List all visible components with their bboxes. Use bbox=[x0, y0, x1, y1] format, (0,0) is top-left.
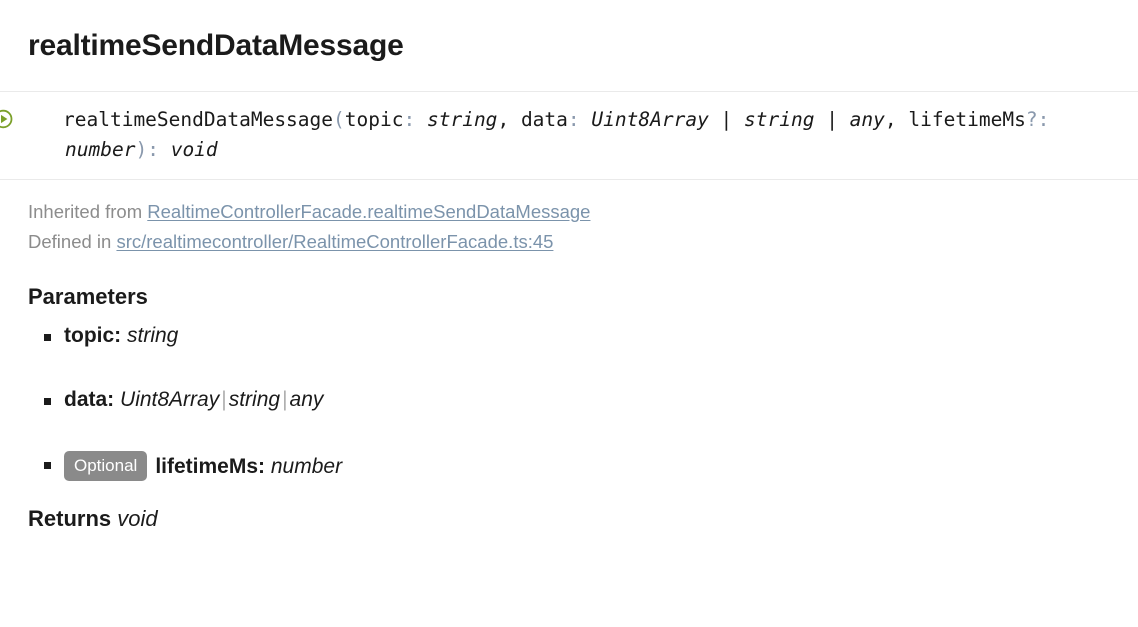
signature-return-colon: : bbox=[147, 138, 159, 161]
list-item: Optional lifetimeMs: number bbox=[44, 451, 1138, 481]
defined-in-link[interactable]: src/realtimecontroller/RealtimeControlle… bbox=[116, 231, 553, 252]
signature-param-type-topic: string bbox=[426, 108, 498, 131]
method-play-icon bbox=[0, 108, 50, 130]
list-item: topic: string bbox=[44, 323, 1138, 349]
parameter-type: Uint8Array bbox=[120, 388, 220, 411]
inherited-from-label: Inherited from bbox=[28, 201, 143, 222]
returns-type: void bbox=[117, 506, 158, 531]
signature-method-name: realtimeSendDataMessage bbox=[63, 108, 334, 131]
defined-in-label: Defined in bbox=[28, 231, 112, 252]
signature-open-paren: ( bbox=[333, 108, 345, 131]
union-separator-icon: | bbox=[221, 388, 227, 411]
signature-return-type: void bbox=[170, 138, 218, 161]
parameter-name: topic: bbox=[64, 324, 122, 347]
status-badge: Optional bbox=[64, 451, 148, 481]
signature-comma-data: , bbox=[884, 108, 897, 131]
signature-param-colon-data: : bbox=[567, 108, 580, 131]
signature-param-colon-lifetimems: : bbox=[1037, 108, 1050, 131]
parameters-heading: Parameters bbox=[28, 284, 148, 309]
parameter-name: lifetimeMs: bbox=[155, 455, 266, 478]
signature-param-optional-mark: ? bbox=[1025, 108, 1038, 131]
parameters-list: topic: string data: Uint8Array|string|an… bbox=[0, 311, 1138, 481]
signature-param-name-topic: topic bbox=[344, 108, 404, 131]
source-meta-block: Inherited from RealtimeControllerFacade.… bbox=[0, 180, 1138, 257]
method-signature: realtimeSendDataMessage(topic: string, d… bbox=[0, 105, 1110, 165]
parameter-type: number bbox=[270, 455, 343, 478]
returns-heading: Returns void bbox=[0, 481, 1138, 533]
signature-param-name-lifetimems: lifetimeMs bbox=[908, 108, 1026, 131]
inherited-from-link[interactable]: RealtimeControllerFacade.realtimeSendDat… bbox=[147, 201, 590, 222]
parameter-type: any bbox=[289, 388, 324, 411]
signature-comma-topic: , bbox=[497, 108, 510, 131]
signature-param-colon-topic: : bbox=[403, 108, 416, 131]
parameter-type: string bbox=[228, 388, 281, 411]
parameter-name: data: bbox=[64, 388, 115, 411]
defined-in-line: Defined in src/realtimecontroller/Realti… bbox=[28, 227, 1110, 257]
returns-label: Returns bbox=[28, 506, 112, 531]
union-separator-icon: | bbox=[282, 388, 288, 411]
parameter-type: string bbox=[127, 324, 179, 347]
list-item: data: Uint8Array|string|any bbox=[44, 387, 1138, 413]
inherited-from-line: Inherited from RealtimeControllerFacade.… bbox=[28, 197, 1110, 227]
api-member-page: realtimeSendDataMessage realtimeSendData… bbox=[0, 0, 1138, 627]
signature-param-name-data: data bbox=[520, 108, 568, 131]
signature-param-type-lifetimems: number bbox=[65, 138, 136, 161]
signature-block: realtimeSendDataMessage(topic: string, d… bbox=[0, 92, 1138, 179]
page-title: realtimeSendDataMessage bbox=[28, 29, 404, 62]
signature-param-type-data: Uint8Array | string | any bbox=[591, 108, 885, 131]
signature-close-paren: ) bbox=[135, 138, 148, 161]
